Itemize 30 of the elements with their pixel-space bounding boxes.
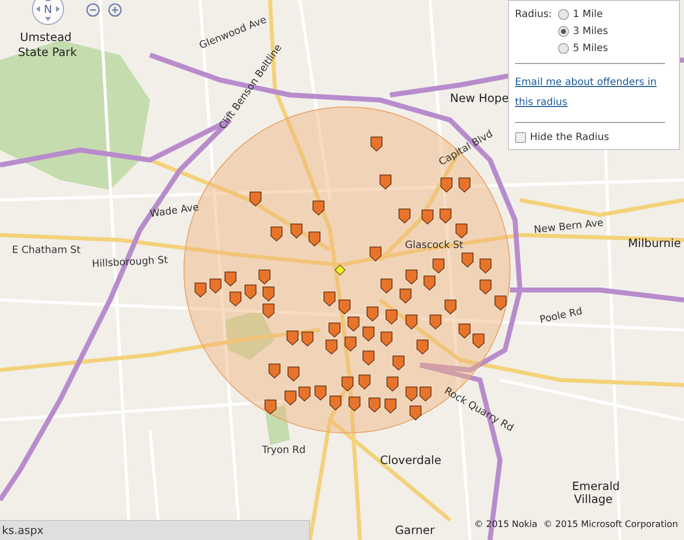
street-label: Poole Rd <box>538 306 584 326</box>
street-label: Tryon Rd <box>262 445 306 456</box>
street-label: E Chatham St <box>12 245 81 256</box>
zoom-out-button[interactable] <box>86 2 100 16</box>
location-diamond-icon <box>334 264 346 276</box>
radius-option[interactable]: 5 Miles <box>558 43 608 54</box>
place-label: Umstead <box>20 30 72 44</box>
street-label: Glascock St <box>405 240 464 251</box>
compass-label: N <box>44 2 52 16</box>
radius-option[interactable]: 3 Miles <box>558 26 608 37</box>
email-alert-link[interactable]: Email me about offenders in this radius <box>515 73 665 113</box>
radius-option[interactable]: 1 Mile <box>558 9 608 20</box>
street-label: Wade Ave <box>149 202 200 220</box>
place-label: New Hope <box>450 91 509 105</box>
place-label: Milburnie <box>628 236 681 250</box>
place-label: State Park <box>18 45 77 59</box>
place-label: Garner <box>395 523 435 537</box>
copyright-text: © 2015 Microsoft Corporation <box>543 520 678 530</box>
status-url: ks.aspx <box>2 524 44 537</box>
zoom-in-icon <box>108 3 122 17</box>
street-label: New Bern Ave <box>533 218 604 236</box>
street-label: Hillsborough St <box>92 255 168 270</box>
place-label: Cloverdale <box>380 453 442 467</box>
zoom-out-icon <box>86 3 100 17</box>
copyright-text: © 2015 Nokia <box>474 520 538 530</box>
zoom-in-button[interactable] <box>108 2 122 16</box>
place-label: Village <box>574 492 613 506</box>
radius-label: Radius: <box>515 9 552 22</box>
hide-radius-checkbox[interactable]: Hide the Radius <box>515 132 673 143</box>
place-label: Emerald <box>572 479 620 493</box>
